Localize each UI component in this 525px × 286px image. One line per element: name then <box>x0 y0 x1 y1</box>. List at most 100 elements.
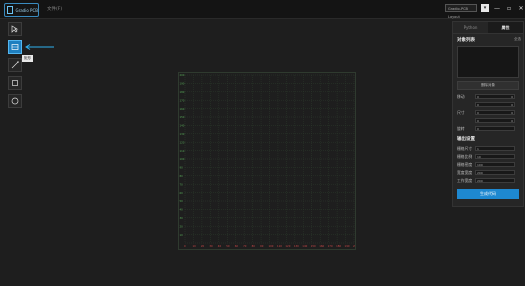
tool-tooltip: 矩形 <box>22 55 33 62</box>
output-properties: 栅格尺寸 1 栅格比例 10 栅格密度 100 宽度宽度 200 工作宽度 200 <box>453 145 523 184</box>
x-axis-label: 190 <box>345 244 350 248</box>
property-row: 00 <box>457 101 519 108</box>
menu-file[interactable]: 文件(F) <box>47 6 62 12</box>
property-value: 0 <box>477 119 479 123</box>
output-property-label: 栅格比例 <box>457 153 473 159</box>
minimize-button[interactable]: — <box>493 5 501 12</box>
y-axis-label: 180 <box>180 90 185 94</box>
y-axis-label: 80 <box>180 174 184 178</box>
property-value-secondary: 0 <box>511 103 513 107</box>
property-input[interactable]: 0 <box>475 126 515 131</box>
y-axis-label: 160 <box>180 107 185 111</box>
line-tool[interactable] <box>8 58 22 72</box>
property-row: 尺寸 0 0 <box>457 109 519 116</box>
property-label: 移动 <box>457 93 465 99</box>
app-logo: Gradio PCB <box>4 3 39 17</box>
maximize-button[interactable]: ▫ <box>505 5 513 12</box>
delete-object-button[interactable]: 删除对象 <box>457 81 519 90</box>
x-axis-label: 0 <box>184 244 186 248</box>
property-value: 0 <box>477 111 479 115</box>
y-axis-label: 60 <box>180 191 184 195</box>
circle-tool[interactable] <box>8 94 22 108</box>
property-input[interactable]: 00 <box>475 118 515 123</box>
select-tool[interactable] <box>8 22 22 36</box>
property-value-secondary: 0 <box>511 119 513 123</box>
tab-properties[interactable]: 属性 <box>488 22 523 33</box>
y-axis-label: 50 <box>180 199 184 203</box>
property-input[interactable]: 00 <box>475 94 515 99</box>
window-controls: Gradio-PCB Layout ▾ — ▫ ✕ <box>445 4 525 19</box>
output-property-value: 1 <box>477 147 479 151</box>
object-list-title: 对象列表 <box>457 38 475 43</box>
square-icon <box>12 80 18 86</box>
x-axis-label: 110 <box>277 244 282 248</box>
generate-code-button[interactable]: 生成代码 <box>457 189 519 199</box>
rectangle-select-icon <box>11 44 19 50</box>
x-axis-label: 20 <box>201 244 205 248</box>
rectangle-select-tool[interactable] <box>8 40 22 54</box>
y-axis-label: 40 <box>180 208 184 212</box>
property-label: 旋转 <box>457 125 465 131</box>
property-input[interactable]: 00 <box>475 110 515 115</box>
property-row: 移动 0 0 <box>457 93 519 100</box>
output-property-value: 10 <box>477 155 481 159</box>
output-property-label: 栅格密度 <box>457 161 473 167</box>
property-row: 旋转 0 <box>457 125 519 132</box>
y-axis-label: 200 <box>180 73 185 77</box>
layout-dropdown[interactable]: Gradio-PCB Layout <box>445 4 477 19</box>
x-axis-label: 80 <box>252 244 256 248</box>
x-axis-label: 30 <box>209 244 213 248</box>
y-axis-label: 170 <box>180 98 185 102</box>
output-property-row: 栅格尺寸 1 <box>457 145 519 152</box>
y-axis-label: 120 <box>180 140 185 144</box>
x-axis-label: 160 <box>319 244 324 248</box>
y-axis-label: 20 <box>180 224 184 228</box>
y-axis-label: 100 <box>180 157 185 161</box>
x-axis-label: 50 <box>226 244 230 248</box>
x-axis-label: 90 <box>260 244 264 248</box>
panel-tabs: Python 属性 <box>453 22 523 34</box>
close-button[interactable]: ✕ <box>517 5 525 12</box>
x-axis-label: 60 <box>235 244 239 248</box>
property-value: 0 <box>477 95 479 99</box>
transform-properties: 移动 0 0 0 0 尺寸 0 0 0 0 旋转 0 <box>453 93 523 132</box>
output-property-input[interactable]: 1 <box>475 146 515 151</box>
y-axis-label: 110 <box>180 149 185 153</box>
y-axis-label: 150 <box>180 115 185 119</box>
pointer-arrow-icon <box>25 44 54 50</box>
dropdown-button[interactable]: ▾ <box>481 4 489 12</box>
line-icon <box>11 61 19 69</box>
output-property-row: 栅格比例 10 <box>457 153 519 160</box>
select-all-option[interactable]: 全选 <box>514 37 521 42</box>
tool-palette <box>6 22 24 112</box>
output-property-row: 栅格密度 100 <box>457 161 519 168</box>
output-property-value: 200 <box>477 179 483 183</box>
output-property-row: 工作宽度 200 <box>457 177 519 184</box>
design-canvas[interactable]: 200 190 180 170 160 150 140 130 120 110 100 90 80 70 6… <box>178 72 358 250</box>
x-axis-label: 40 <box>218 244 222 248</box>
y-axis-label: 30 <box>180 216 184 220</box>
properties-panel: Python 属性 对象列表 全选 删除对象 移动 0 0 0 0 尺寸 0 0 0 0 旋转 0 输… <box>452 21 524 207</box>
output-property-input[interactable]: 200 <box>475 178 515 183</box>
object-list[interactable] <box>457 46 519 78</box>
y-axis-label: 140 <box>180 124 185 128</box>
y-axis-label: 10 <box>180 233 184 237</box>
tab-python[interactable]: Python <box>453 22 488 33</box>
output-property-value: 100 <box>477 163 483 167</box>
x-axis-label: 120 <box>285 244 290 248</box>
property-input[interactable]: 00 <box>475 102 515 107</box>
y-axis-label: 130 <box>180 132 185 136</box>
property-value-secondary: 0 <box>511 95 513 99</box>
x-axis-label: 100 <box>269 244 274 248</box>
output-property-input[interactable]: 200 <box>475 170 515 175</box>
output-property-value: 200 <box>477 171 483 175</box>
y-axis-label: 190 <box>180 82 185 86</box>
output-property-input[interactable]: 10 <box>475 154 515 159</box>
output-property-label: 栅格尺寸 <box>457 145 473 151</box>
square-tool[interactable] <box>8 76 22 90</box>
output-property-input[interactable]: 100 <box>475 162 515 167</box>
app-name: Gradio PCB <box>15 7 38 13</box>
output-property-label: 宽度宽度 <box>457 169 473 175</box>
title-bar: Gradio PCB 文件(F) Gradio-PCB Layout ▾ — ▫… <box>0 0 525 19</box>
property-value: 0 <box>477 103 479 107</box>
